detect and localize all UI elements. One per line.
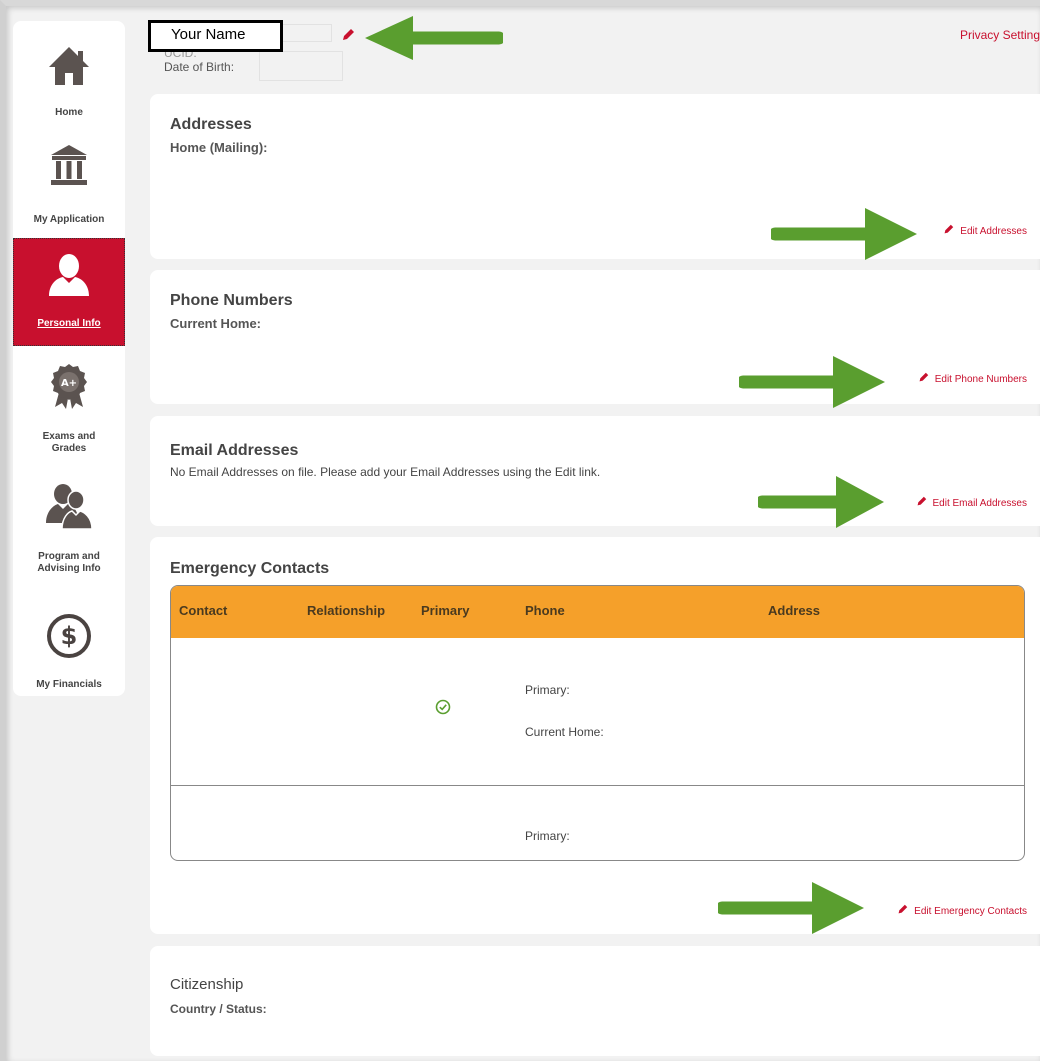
pencil-icon xyxy=(917,496,926,506)
sidebar-item-label: Program and Advising Info xyxy=(37,551,101,574)
edit-email-addresses-link[interactable]: Edit Email Addresses xyxy=(916,496,1028,509)
primary-check-icon xyxy=(435,699,451,715)
annotation-arrow-icon xyxy=(771,208,917,260)
email-addresses-card: Email Addresses No Email Addresses on fi… xyxy=(150,416,1040,526)
sidebar-item-exams-and-grades[interactable]: A+ Exams and Grades xyxy=(13,363,125,463)
sidebar-item-my-financials[interactable]: $ My Financials xyxy=(13,613,125,693)
sidebar-item-label: My Application xyxy=(33,214,105,225)
citizenship-title: Citizenship xyxy=(170,976,244,993)
email-addresses-title: Email Addresses xyxy=(170,442,299,459)
sidebar-item-program-advising[interactable]: Program and Advising Info xyxy=(13,483,125,583)
sidebar-item-my-application[interactable]: My Application xyxy=(13,143,125,233)
column-header-phone: Phone xyxy=(525,603,565,618)
dob-label: Date of Birth: xyxy=(164,60,235,74)
annotation-arrow-icon xyxy=(758,476,884,528)
edit-email-addresses-label: Edit Email Addresses xyxy=(932,498,1028,509)
dob-field-outline xyxy=(259,51,343,81)
pencil-icon xyxy=(898,904,908,914)
addresses-title: Addresses xyxy=(170,116,252,133)
edit-emergency-contacts-link[interactable]: Edit Emergency Contacts xyxy=(897,904,1027,917)
award-ribbon-icon: A+ xyxy=(51,364,87,409)
emergency-contacts-title: Emergency Contacts xyxy=(170,560,330,577)
email-empty-message: No Email Addresses on file. Please add y… xyxy=(170,465,601,479)
edit-phone-numbers-link[interactable]: Edit Phone Numbers xyxy=(918,372,1027,385)
annotation-arrow-icon xyxy=(718,882,864,934)
edit-phone-numbers-label: Edit Phone Numbers xyxy=(934,374,1027,385)
institution-icon xyxy=(51,145,87,185)
edit-addresses-link[interactable]: Edit Addresses xyxy=(943,224,1027,237)
phone-numbers-card: Phone Numbers Current Home: Edit Phone N… xyxy=(150,270,1040,404)
svg-text:A+: A+ xyxy=(61,378,77,389)
privacy-settings-link[interactable]: Privacy Settings xyxy=(960,28,1040,42)
house-icon xyxy=(49,47,89,85)
table-header: Contact Relationship Primary Phone Addre… xyxy=(171,586,1024,638)
sidebar-item-personal-info[interactable]: Personal Info xyxy=(13,238,125,346)
sidebar-item-label: My Financials xyxy=(36,679,102,690)
emergency-contacts-card: Emergency Contacts Contact Relationship … xyxy=(150,537,1040,934)
column-header-contact: Contact xyxy=(179,603,228,618)
annotation-arrow-icon xyxy=(739,356,885,408)
column-header-address: Address xyxy=(768,603,821,618)
sidebar-item-label: Personal Info xyxy=(37,318,101,329)
svg-text:$: $ xyxy=(61,622,78,650)
emergency-contacts-table: Contact Relationship Primary Phone Addre… xyxy=(170,585,1025,861)
person-icon xyxy=(49,254,89,296)
row-divider xyxy=(171,785,1024,786)
edit-emergency-contacts-label: Edit Emergency Contacts xyxy=(914,906,1027,917)
pencil-icon[interactable] xyxy=(341,28,355,42)
sidebar-item-label: Exams and Grades xyxy=(42,431,96,454)
sidebar-item-label: Home xyxy=(55,107,83,118)
phone-numbers-title: Phone Numbers xyxy=(170,292,293,309)
pencil-icon xyxy=(944,224,954,234)
row2-phone-primary-label: Primary: xyxy=(525,829,570,843)
annotation-arrow-icon xyxy=(365,16,503,60)
pencil-icon xyxy=(919,372,928,382)
citizenship-card: Citizenship Country / Status: xyxy=(150,946,1040,1056)
home-mailing-label: Home (Mailing): xyxy=(170,140,268,155)
student-name: Your Name xyxy=(148,20,283,52)
edit-addresses-label: Edit Addresses xyxy=(960,226,1027,237)
country-status-label: Country / Status: xyxy=(170,1002,267,1016)
row1-phone-home-label: Current Home: xyxy=(525,725,604,739)
dollar-circle-icon: $ xyxy=(47,614,91,658)
page-frame: Home My Application Personal Info A+ Exa… xyxy=(0,0,1040,1061)
people-icon xyxy=(46,484,92,529)
sidebar-nav: Home My Application Personal Info A+ Exa… xyxy=(13,21,125,696)
row1-phone-primary-label: Primary: xyxy=(525,683,570,697)
column-header-relationship: Relationship xyxy=(307,603,386,618)
column-header-primary: Primary xyxy=(421,603,470,618)
sidebar-item-home[interactable]: Home xyxy=(13,43,125,133)
current-home-label: Current Home: xyxy=(170,316,262,331)
